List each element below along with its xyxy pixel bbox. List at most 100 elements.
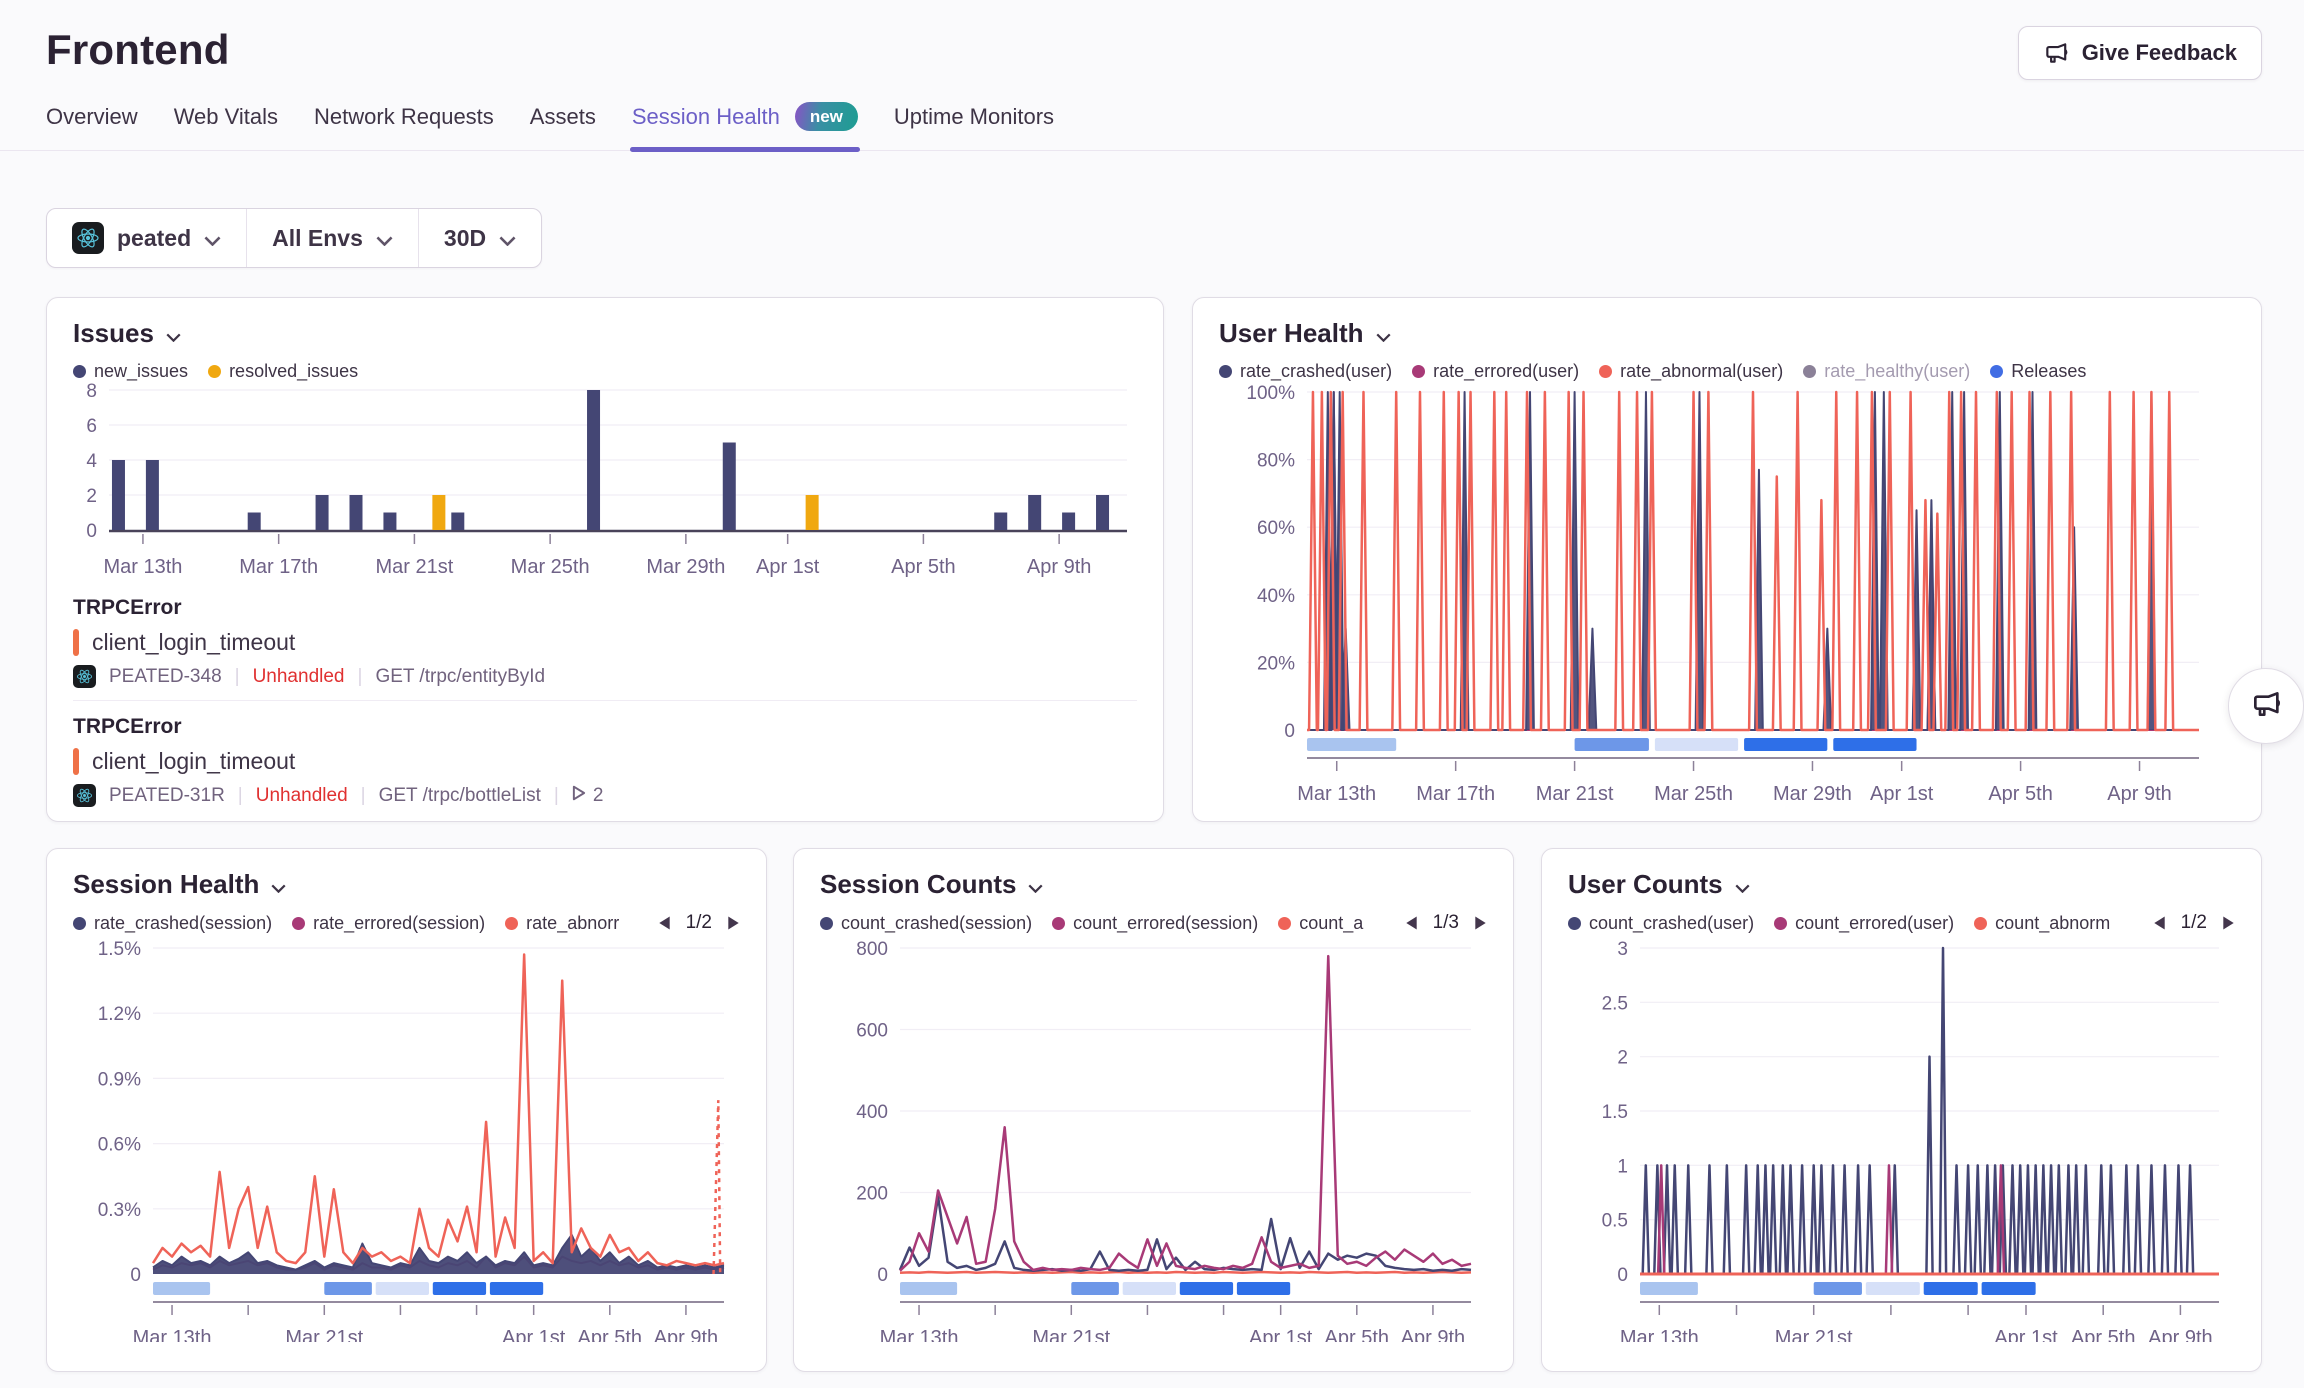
legend-item[interactable]: resolved_issues	[208, 361, 358, 382]
svg-text:Apr 1st: Apr 1st	[502, 1327, 566, 1342]
user-health-panel-title[interactable]: User Health	[1219, 318, 2235, 349]
filter-bar: peated All Envs 30D	[46, 208, 542, 268]
date-range-selector[interactable]: 30D	[418, 209, 541, 267]
react-project-icon	[73, 665, 96, 688]
session-counts-panel-title[interactable]: Session Counts	[820, 869, 1487, 900]
series-dot	[1990, 365, 2003, 378]
svg-text:Apr 5th: Apr 5th	[1325, 1327, 1389, 1342]
session-counts-legend: count_crashed(session) count_errored(ses…	[820, 912, 1487, 934]
svg-text:Mar 21st: Mar 21st	[1032, 1327, 1110, 1342]
series-dot	[505, 917, 518, 930]
issues-panel-title[interactable]: Issues	[73, 318, 1137, 349]
svg-text:Apr 9th: Apr 9th	[654, 1327, 718, 1342]
svg-text:Mar 29th: Mar 29th	[1773, 783, 1852, 805]
project-name: peated	[117, 225, 191, 252]
series-dot	[1219, 365, 1232, 378]
legend-item-releases[interactable]: Releases	[1990, 361, 2086, 382]
legend-item[interactable]: rate_abnorr	[505, 913, 619, 934]
session-counts-chart[interactable]: 0200400600800Mar 13thMar 21stApr 1stApr …	[820, 934, 1487, 1342]
give-feedback-button[interactable]: Give Feedback	[2018, 26, 2262, 80]
series-dot	[1803, 365, 1816, 378]
user-health-chart[interactable]: 020%40%60%80%100%Mar 13thMar 17thMar 21s…	[1219, 382, 2235, 807]
date-range-value: 30D	[444, 225, 486, 252]
tab-assets[interactable]: Assets	[530, 102, 596, 150]
pager-next-button[interactable]	[2222, 915, 2235, 931]
svg-text:Mar 13th: Mar 13th	[880, 1327, 959, 1342]
legend-item[interactable]: count_a	[1278, 913, 1363, 934]
svg-text:Mar 13th: Mar 13th	[133, 1327, 212, 1342]
svg-text:400: 400	[856, 1102, 888, 1123]
series-dot	[1568, 917, 1581, 930]
legend-item[interactable]: rate_crashed(user)	[1219, 361, 1392, 382]
svg-text:80%: 80%	[1257, 451, 1295, 472]
svg-text:1.5: 1.5	[1602, 1102, 1628, 1123]
legend-item[interactable]: count_errored(session)	[1052, 913, 1258, 934]
legend-item[interactable]: rate_abnormal(user)	[1599, 361, 1783, 382]
pager-prev-button[interactable]	[2153, 915, 2166, 931]
issue-short-id: PEATED-31R	[109, 785, 225, 807]
legend-item[interactable]: rate_errored(session)	[292, 913, 485, 934]
svg-text:60%: 60%	[1257, 518, 1295, 539]
session-health-panel-title[interactable]: Session Health	[73, 869, 740, 900]
legend-item-disabled[interactable]: rate_healthy(user)	[1803, 361, 1970, 382]
issue-row[interactable]: TRPCError client_login_timeout PEATED-31…	[73, 700, 1137, 819]
svg-text:1: 1	[1617, 1156, 1628, 1177]
react-project-icon	[73, 784, 96, 807]
svg-text:0: 0	[86, 521, 97, 542]
svg-text:Mar 25th: Mar 25th	[511, 556, 590, 578]
svg-text:2.5: 2.5	[1602, 993, 1628, 1014]
legend-item[interactable]: count_abnorm	[1974, 913, 2110, 934]
session-health-chart[interactable]: 00.3%0.6%0.9%1.2%1.5%Mar 13thMar 21stApr…	[73, 934, 740, 1342]
tab-uptime-monitors[interactable]: Uptime Monitors	[894, 102, 1054, 150]
environment-selector[interactable]: All Envs	[246, 209, 418, 267]
series-dot	[73, 365, 86, 378]
floating-feedback-button[interactable]	[2228, 668, 2304, 744]
pager-prev-button[interactable]	[658, 915, 671, 931]
svg-text:Apr 1st: Apr 1st	[1249, 1327, 1313, 1342]
pager-next-button[interactable]	[727, 915, 740, 931]
chevron-down-icon	[1376, 318, 1391, 349]
legend-item[interactable]: count_crashed(user)	[1568, 913, 1754, 934]
svg-text:Apr 1st: Apr 1st	[1994, 1327, 2058, 1342]
svg-text:Mar 21st: Mar 21st	[1536, 783, 1614, 805]
tab-session-health[interactable]: Session Health new	[632, 102, 858, 150]
user-counts-panel-title[interactable]: User Counts	[1568, 869, 2235, 900]
user-counts-chart[interactable]: 00.511.522.53Mar 13thMar 21stApr 1stApr …	[1568, 934, 2235, 1342]
pager-prev-button[interactable]	[1405, 915, 1418, 931]
pager-label: 1/2	[686, 912, 712, 934]
series-dot	[1278, 917, 1291, 930]
pager-label: 1/3	[1433, 912, 1459, 934]
issue-message: client_login_timeout	[92, 629, 295, 656]
tab-web-vitals[interactable]: Web Vitals	[174, 102, 278, 150]
tab-network-requests[interactable]: Network Requests	[314, 102, 494, 150]
unhandled-tag: Unhandled	[256, 785, 348, 807]
svg-text:2: 2	[86, 486, 97, 507]
chevron-down-icon	[166, 318, 181, 349]
issue-type: TRPCError	[73, 715, 1137, 739]
svg-text:0.6%: 0.6%	[98, 1135, 141, 1156]
svg-text:40%: 40%	[1257, 586, 1295, 607]
svg-text:600: 600	[856, 1021, 888, 1042]
user-counts-panel: User Counts count_crashed(user) count_er…	[1541, 848, 2262, 1372]
react-project-icon	[72, 222, 104, 254]
svg-text:4: 4	[86, 451, 97, 472]
pager-next-button[interactable]	[1474, 915, 1487, 931]
page-header: Frontend Give Feedback	[0, 0, 2304, 80]
svg-text:Apr 1st: Apr 1st	[1870, 783, 1934, 805]
project-selector[interactable]: peated	[47, 209, 246, 267]
legend-item[interactable]: rate_errored(user)	[1412, 361, 1579, 382]
legend-item[interactable]: count_crashed(session)	[820, 913, 1032, 934]
legend-pager: 1/3	[1405, 912, 1487, 934]
issues-bar-chart[interactable]: 02468Mar 13thMar 17thMar 21stMar 25thMar…	[73, 382, 1137, 582]
svg-text:2: 2	[1617, 1048, 1628, 1069]
legend-item[interactable]: new_issues	[73, 361, 188, 382]
legend-item[interactable]: count_errored(user)	[1774, 913, 1954, 934]
issue-row[interactable]: TRPCError client_login_timeout PEATED-34…	[73, 582, 1137, 700]
svg-text:Mar 13th: Mar 13th	[1297, 783, 1376, 805]
legend-item[interactable]: rate_crashed(session)	[73, 913, 272, 934]
tab-overview[interactable]: Overview	[46, 102, 138, 150]
replay-count[interactable]: 2	[572, 785, 604, 807]
svg-text:Apr 9th: Apr 9th	[1401, 1327, 1465, 1342]
unhandled-tag: Unhandled	[253, 666, 345, 688]
session-health-panel: Session Health rate_crashed(session) rat…	[46, 848, 767, 1372]
